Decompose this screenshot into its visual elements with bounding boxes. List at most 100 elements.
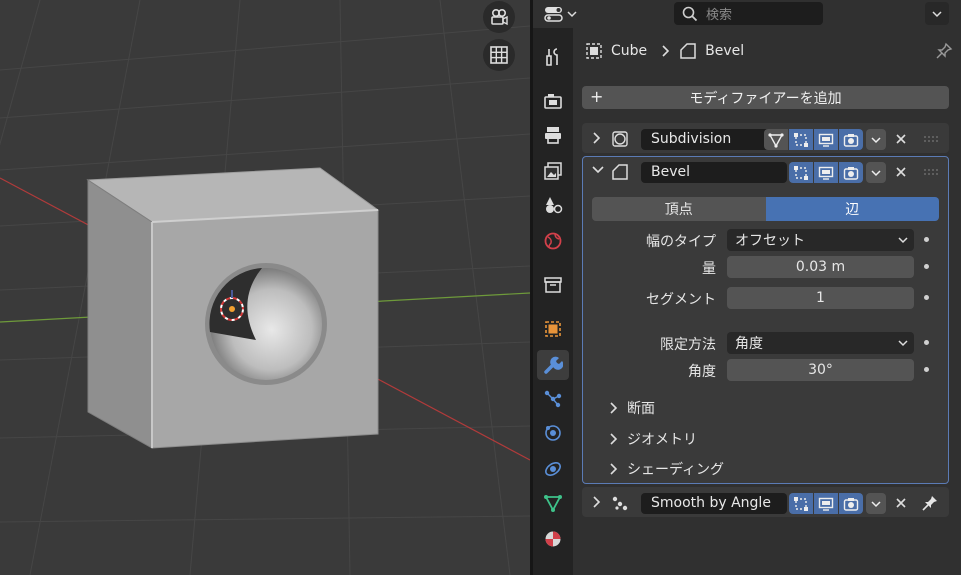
modifier-menu-dropdown[interactable] xyxy=(866,493,886,514)
expand-chevron-icon[interactable] xyxy=(591,495,603,509)
collection-icon xyxy=(544,277,562,293)
segments-field[interactable]: 1 xyxy=(727,287,914,309)
angle-field[interactable]: 30° xyxy=(727,359,914,381)
modifier-name-field[interactable]: Smooth by Angle xyxy=(641,493,787,514)
modifier-header: Subdivision xyxy=(583,124,948,154)
constraints-icon xyxy=(545,462,561,476)
particles-icon xyxy=(544,390,562,408)
close-icon xyxy=(896,134,906,144)
grid-icon xyxy=(490,46,508,64)
remove-modifier-button[interactable] xyxy=(892,494,910,512)
modifier-header: Bevel xyxy=(583,157,948,187)
remove-modifier-button[interactable] xyxy=(892,130,910,148)
drag-handle-icon[interactable] xyxy=(923,135,939,143)
tab-tool[interactable] xyxy=(537,42,569,72)
monitor-icon xyxy=(818,166,834,180)
pin-icon xyxy=(922,496,937,511)
angle-row: 角度 30° xyxy=(583,359,950,381)
tab-material[interactable] xyxy=(537,524,569,554)
perspective-toggle-button[interactable] xyxy=(483,39,515,71)
tab-view-layer[interactable] xyxy=(537,156,569,186)
editor-type-button[interactable] xyxy=(543,2,583,26)
camera-icon xyxy=(843,133,859,147)
properties-editor-icon xyxy=(544,7,563,22)
tab-render[interactable] xyxy=(537,86,569,116)
edit-mode-toggle[interactable] xyxy=(789,129,813,150)
render-toggle[interactable] xyxy=(839,493,863,514)
object-icon xyxy=(586,43,602,59)
options-dropdown-button[interactable] xyxy=(925,2,949,25)
monitor-icon xyxy=(818,133,834,147)
edit-mode-toggle[interactable] xyxy=(789,493,813,514)
subpanel-label: 断面 xyxy=(627,401,655,417)
3d-viewport[interactable] xyxy=(0,0,530,575)
render-toggle[interactable] xyxy=(839,129,863,150)
affect-edges-option[interactable]: 辺 xyxy=(765,197,939,221)
viewport-toggle[interactable] xyxy=(814,129,838,150)
modifier-menu-dropdown[interactable] xyxy=(866,162,886,183)
render-toggle[interactable] xyxy=(839,162,863,183)
close-icon xyxy=(896,498,906,508)
chevron-down-icon xyxy=(898,340,908,347)
edit-mode-toggle[interactable] xyxy=(789,162,813,183)
tab-constraints[interactable] xyxy=(537,454,569,484)
amount-field[interactable]: 0.03 m xyxy=(727,256,914,278)
chevron-down-icon xyxy=(567,11,577,18)
subpanel-profile[interactable]: 断面 xyxy=(609,398,655,418)
viewport-toggle[interactable] xyxy=(814,162,838,183)
affect-vertices-option[interactable]: 頂点 xyxy=(592,197,766,221)
subpanel-shading[interactable]: シェーディング xyxy=(609,459,724,479)
chevron-right-icon xyxy=(662,45,670,57)
keyframe-dot[interactable] xyxy=(924,340,929,345)
monitor-icon xyxy=(818,497,834,511)
remove-modifier-button[interactable] xyxy=(892,163,910,181)
viewport-toggle[interactable] xyxy=(814,493,838,514)
add-modifier-button[interactable]: + モディファイアーを追加 xyxy=(582,86,949,109)
expand-chevron-icon[interactable] xyxy=(591,131,603,145)
properties-editor: 検索 Cube Bevel + モディファイアーを追加 Subdivision … xyxy=(533,0,961,575)
modifier-icon xyxy=(544,356,563,374)
tab-modifier[interactable] xyxy=(537,350,569,380)
keyframe-dot[interactable] xyxy=(924,264,929,269)
pin-to-last-button[interactable] xyxy=(921,494,939,512)
pin-button[interactable] xyxy=(935,42,953,64)
tab-data[interactable] xyxy=(537,488,569,518)
edit-cage-toggle[interactable] xyxy=(764,129,788,150)
width-type-select[interactable]: オフセット xyxy=(727,229,914,251)
object-icon xyxy=(545,321,561,337)
tab-collection[interactable] xyxy=(537,270,569,300)
drag-handle-icon[interactable] xyxy=(923,168,939,176)
search-input[interactable]: 検索 xyxy=(674,2,823,25)
plus-icon: + xyxy=(590,87,604,106)
bevel-icon xyxy=(680,43,696,59)
subpanel-geometry[interactable]: ジオメトリ xyxy=(609,429,697,449)
width-type-row: 幅のタイプ オフセット xyxy=(583,229,950,251)
modifier-menu-dropdown[interactable] xyxy=(866,129,886,150)
modifier-bevel: Bevel 頂点 辺 幅のタイプ オフセット 量 0.03 m セグメント 1 … xyxy=(582,156,949,484)
keyframe-dot[interactable] xyxy=(924,367,929,372)
breadcrumb-object: Cube xyxy=(611,43,648,59)
limit-method-select[interactable]: 角度 xyxy=(727,332,914,354)
tab-object[interactable] xyxy=(537,314,569,344)
output-icon xyxy=(545,127,561,144)
tab-scene[interactable] xyxy=(537,190,569,220)
breadcrumb: Cube Bevel xyxy=(585,40,744,62)
add-modifier-label: モディファイアーを追加 xyxy=(689,90,842,107)
properties-header: 検索 xyxy=(533,0,961,28)
modifier-name-field[interactable]: Bevel xyxy=(641,162,787,183)
tab-physics[interactable] xyxy=(537,418,569,448)
chevron-down-icon xyxy=(932,10,942,17)
on-cage-icon xyxy=(768,132,784,148)
tab-particles[interactable] xyxy=(537,384,569,414)
keyframe-dot[interactable] xyxy=(924,295,929,300)
camera-view-button[interactable] xyxy=(483,1,515,33)
tab-output[interactable] xyxy=(537,120,569,150)
tab-world[interactable] xyxy=(537,226,569,256)
close-icon xyxy=(896,167,906,177)
world-icon xyxy=(544,232,562,250)
modifier-subdivision: Subdivision xyxy=(582,123,949,153)
modifier-smooth-by-angle: Smooth by Angle xyxy=(582,487,949,517)
collapse-chevron-icon[interactable] xyxy=(591,164,605,176)
chevron-right-icon xyxy=(610,433,618,445)
keyframe-dot[interactable] xyxy=(924,237,929,242)
